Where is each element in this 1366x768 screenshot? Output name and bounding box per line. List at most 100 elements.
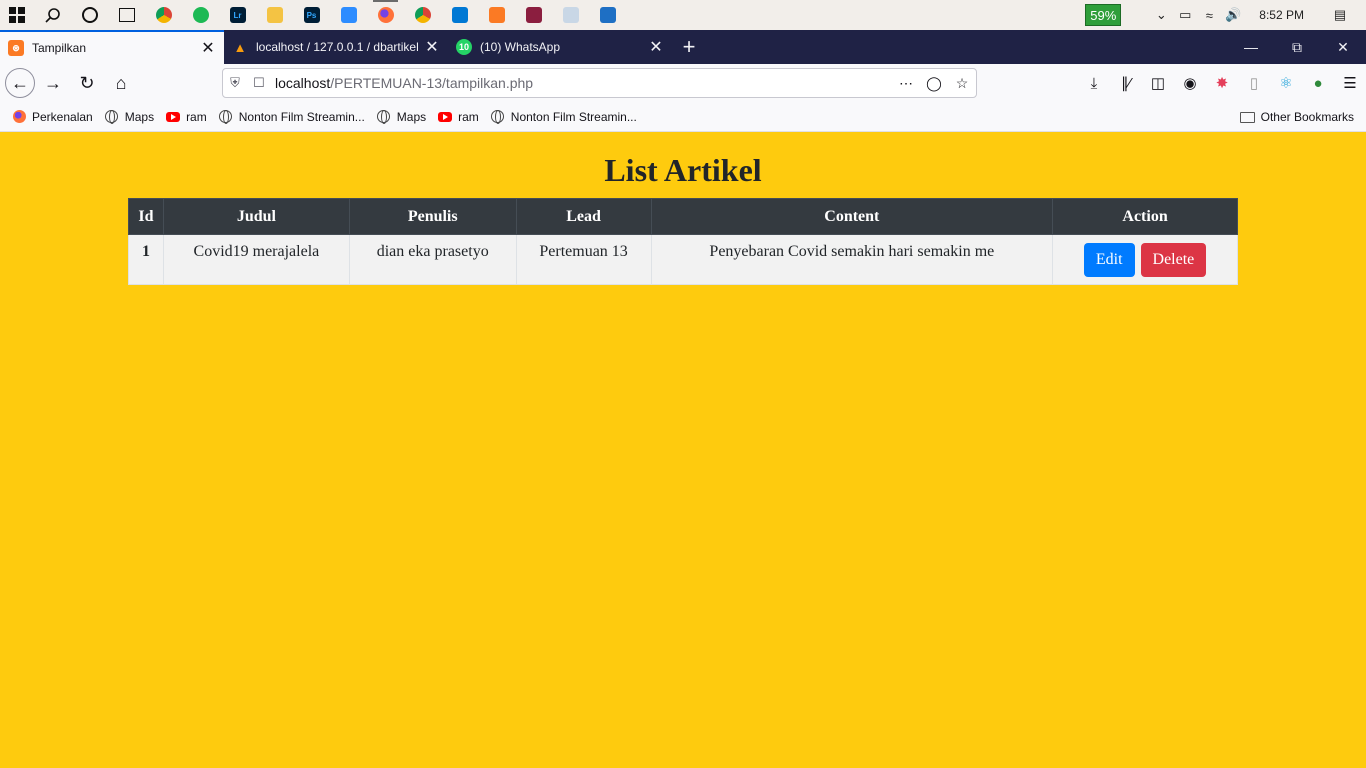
library-icon[interactable]: ∥⁄ <box>1110 74 1142 92</box>
page-content: List Artikel Id Judul Penulis Lead Conte… <box>0 132 1366 768</box>
taskbar-spotify-icon[interactable] <box>182 0 219 30</box>
taskbar-vscode-icon[interactable] <box>441 0 478 30</box>
bookmark-perkenalan[interactable]: Perkenalan <box>12 110 93 124</box>
taskbar-chrome-icon[interactable] <box>145 0 182 30</box>
bookmarks-toolbar: Perkenalan Maps ram Nonton Film Streamin… <box>0 102 1366 132</box>
taskbar-explorer-icon[interactable] <box>256 0 293 30</box>
menu-icon[interactable]: ☰ <box>1334 74 1366 92</box>
tab-phpmyadmin[interactable]: ▲ localhost / 127.0.0.1 / dbartikel ✕ <box>224 30 448 64</box>
cell-lead: Pertemuan 13 <box>515 234 652 285</box>
xampp-favicon-icon: ⊛ <box>8 40 24 56</box>
system-tray: 59% ⌄ ▭ ≈ 🔊 8:52 PM ▤ <box>1085 0 1366 30</box>
shield-icon[interactable]: ⛨ <box>223 75 247 91</box>
minimize-icon[interactable]: — <box>1228 30 1274 64</box>
close-tab-icon[interactable]: ✕ <box>424 37 440 57</box>
clock[interactable]: 8:52 PM <box>1259 8 1304 22</box>
page-title: List Artikel <box>604 152 762 188</box>
edit-button[interactable]: Edit <box>1083 242 1135 277</box>
taskbar-xampp-icon[interactable] <box>478 0 515 30</box>
phpmyadmin-favicon-icon: ▲ <box>233 39 247 55</box>
bookmark-ram[interactable]: ram <box>166 110 207 124</box>
account-icon[interactable]: ◉ <box>1174 74 1206 92</box>
new-tab-button[interactable]: + <box>672 30 706 64</box>
url-text[interactable]: localhost/PERTEMUAN-13/tampilkan.php <box>275 75 892 91</box>
close-tab-icon[interactable]: ✕ <box>200 38 216 58</box>
windows-taskbar: Lr Ps 59% ⌄ ▭ ≈ 🔊 8:52 PM ▤ <box>0 0 1366 30</box>
youtube-icon <box>438 111 453 122</box>
reload-button[interactable]: ↻ <box>71 67 103 99</box>
taskbar-lightroom-icon[interactable]: Lr <box>219 0 256 30</box>
wifi-icon[interactable]: ≈ <box>1197 8 1221 23</box>
globe-icon <box>377 110 391 124</box>
taskbar-photoshop-icon[interactable]: Ps <box>293 0 330 30</box>
articles-table: Id Judul Penulis Lead Content Action 1 C… <box>128 198 1238 285</box>
bookmark-maps[interactable]: Maps <box>105 110 154 124</box>
bookmark-maps-2[interactable]: Maps <box>377 110 426 124</box>
page-actions-icon[interactable]: ⋯ <box>892 75 920 92</box>
column-header-action: Action <box>1052 198 1238 235</box>
download-icon[interactable]: ⤓ <box>1078 75 1110 92</box>
whatsapp-favicon-icon: 10 <box>456 39 472 55</box>
restore-icon[interactable]: ⧉ <box>1274 30 1320 64</box>
taskbar-zoom-icon[interactable] <box>330 0 367 30</box>
extension-colorful-icon[interactable]: ✸ <box>1206 74 1238 92</box>
forward-button[interactable]: → <box>37 67 69 99</box>
navigation-toolbar: ← → ↻ ⌂ ⛨ ☐ localhost/PERTEMUAN-13/tampi… <box>0 64 1366 102</box>
column-header-content: Content <box>650 198 1054 235</box>
windows-logo-icon <box>9 7 25 23</box>
table-header-row: Id Judul Penulis Lead Content Action <box>128 198 1238 235</box>
taskbar-search-icon[interactable] <box>34 0 71 30</box>
bookmark-star-icon[interactable]: ☆ <box>948 75 976 92</box>
taskbar-winrar-icon[interactable] <box>515 0 552 30</box>
extension-react-icon[interactable]: ⚛ <box>1270 74 1302 92</box>
back-button[interactable]: ← <box>5 68 35 98</box>
battery-icon[interactable]: ▭ <box>1173 7 1197 23</box>
volume-icon[interactable]: 🔊 <box>1221 7 1245 23</box>
toolbar-right: ⤓ ∥⁄ ◫ ◉ ✸ ▯ ⚛ ● ☰ <box>1078 64 1366 102</box>
pocket-icon[interactable]: ◯ <box>920 75 948 92</box>
home-button[interactable]: ⌂ <box>105 67 137 99</box>
tab-title: (10) WhatsApp <box>480 40 561 54</box>
battery-indicator[interactable]: 59% <box>1085 4 1122 26</box>
table-row: 1 Covid19 merajalela dian eka prasetyo P… <box>128 234 1238 285</box>
globe-icon <box>219 110 233 124</box>
tab-tampilkan[interactable]: ⊛ Tampilkan ✕ <box>0 30 224 64</box>
globe-icon <box>491 110 505 124</box>
globe-icon <box>105 110 119 124</box>
sidebar-icon[interactable]: ◫ <box>1142 74 1174 92</box>
taskbar-paint-icon[interactable] <box>552 0 589 30</box>
tab-title: localhost / 127.0.0.1 / dbartikel <box>256 40 419 54</box>
cell-id: 1 <box>128 234 164 285</box>
close-window-icon[interactable]: ✕ <box>1320 30 1366 64</box>
cell-action: Edit Delete <box>1052 234 1238 285</box>
tab-title: Tampilkan <box>32 41 87 55</box>
page-info-icon[interactable]: ☐ <box>247 75 271 91</box>
youtube-icon <box>166 111 181 122</box>
tab-whatsapp[interactable]: 10 (10) WhatsApp ✕ <box>448 30 672 64</box>
firefox-icon <box>12 110 26 123</box>
taskbar-taskview-icon[interactable] <box>108 0 145 30</box>
column-header-judul: Judul <box>162 198 350 235</box>
bookmark-nonton-film[interactable]: Nonton Film Streamin... <box>219 110 365 124</box>
bookmark-nonton-film-2[interactable]: Nonton Film Streamin... <box>491 110 637 124</box>
taskbar-photos-icon[interactable] <box>589 0 626 30</box>
column-header-id: Id <box>128 198 164 235</box>
extension-phone-icon[interactable]: ▯ <box>1238 74 1270 92</box>
extension-globe-icon[interactable]: ● <box>1302 75 1334 92</box>
cell-penulis: dian eka prasetyo <box>348 234 517 285</box>
taskbar-firefox-icon[interactable] <box>367 0 404 30</box>
taskbar-cortana-icon[interactable] <box>71 0 108 30</box>
column-header-lead: Lead <box>515 198 652 235</box>
delete-button[interactable]: Delete <box>1140 242 1207 277</box>
chevron-up-icon[interactable]: ⌄ <box>1149 7 1173 23</box>
windows-start-button[interactable] <box>0 0 34 30</box>
address-bar[interactable]: ⛨ ☐ localhost/PERTEMUAN-13/tampilkan.php… <box>222 68 977 98</box>
notification-icon[interactable]: ▤ <box>1328 7 1352 23</box>
close-tab-icon[interactable]: ✕ <box>648 37 664 57</box>
other-bookmarks[interactable]: Other Bookmarks <box>1239 102 1354 132</box>
window-controls: — ⧉ ✕ <box>1228 30 1366 64</box>
taskbar-chrome-2-icon[interactable] <box>404 0 441 30</box>
folder-icon <box>1239 111 1255 123</box>
cell-content: Penyebaran Covid semakin hari semakin me <box>650 234 1054 285</box>
bookmark-ram-2[interactable]: ram <box>438 110 479 124</box>
